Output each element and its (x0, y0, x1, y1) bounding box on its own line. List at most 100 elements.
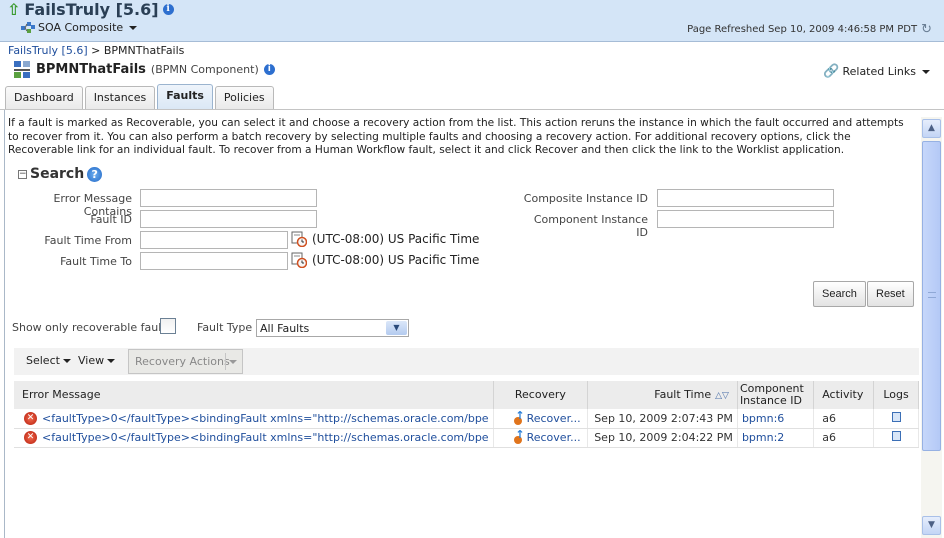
select-menu-label: Select (26, 354, 60, 367)
logs-icon[interactable] (891, 411, 901, 422)
column-header-activity[interactable]: Activity (813, 381, 875, 409)
search-section-header: − Search ? (18, 166, 103, 182)
timezone-from-label: (UTC-08:00) US Pacific Time (312, 232, 480, 246)
chevron-down-icon (129, 25, 138, 30)
soa-composite-menu[interactable]: SOA Composite (21, 21, 138, 34)
chevron-down-icon (922, 69, 930, 74)
component-type: (BPMN Component) (150, 63, 259, 76)
refresh-icon[interactable]: ↻ (921, 22, 932, 37)
error-icon: ✕ (24, 431, 37, 445)
table-row[interactable]: ✕ <faultType>0</faultType><bindingFault x… (14, 428, 919, 448)
search-heading: Search (30, 166, 85, 182)
breadcrumb-link-composite[interactable]: FailsTruly [5.6] (8, 44, 88, 57)
collapse-icon[interactable]: − (18, 169, 27, 179)
component-instance-id-label: Component Instance ID (533, 213, 648, 239)
view-menu-label: View (78, 354, 105, 367)
column-header-component-instance-id[interactable]: Component Instance ID (737, 381, 815, 409)
chevron-down-icon (229, 360, 237, 364)
reset-button[interactable]: Reset (867, 281, 914, 307)
grip-icon (928, 292, 936, 298)
faults-description: If a fault is marked as Recoverable, you… (8, 117, 904, 156)
fault-time-to-label: Fault Time To (60, 255, 132, 268)
separator (225, 353, 226, 370)
column-header-logs[interactable]: Logs (873, 381, 919, 409)
error-message-link[interactable]: <faultType>0</faultType><bindingFault xm… (42, 431, 489, 444)
page-refreshed: Page Refreshed Sep 10, 2009 4:46:58 PM P… (687, 22, 932, 37)
breadcrumb-current: BPMNThatFails (103, 44, 185, 57)
view-menu[interactable]: View (78, 354, 116, 367)
column-header-fault-time[interactable]: Fault Time △▽ (587, 381, 738, 409)
composite-instance-id-label: Composite Instance ID (523, 192, 648, 205)
table-header-row: Error Message Recovery Fault Time △▽ Comp… (14, 381, 919, 409)
component-instance-id-input[interactable] (657, 210, 834, 228)
sort-icon[interactable]: △▽ (715, 390, 729, 402)
recoverable-only-checkbox[interactable] (160, 318, 176, 334)
app-header: ⇧ FailsTruly [5.6] i SOA Composite Page … (0, 0, 944, 42)
bpmn-component-icon (14, 61, 30, 78)
recoverable-only-label: Show only recoverable faults (12, 321, 172, 334)
fault-time-to-input[interactable] (140, 252, 288, 270)
related-links-label: Related Links (842, 65, 916, 78)
faults-table: Error Message Recovery Fault Time △▽ Comp… (14, 381, 919, 448)
link-chain-icon: 🔗 (823, 64, 840, 79)
composite-title: ⇧ FailsTruly [5.6] i (7, 0, 174, 19)
fault-id-label: Fault ID (90, 213, 132, 226)
calendar-icon[interactable] (291, 231, 307, 247)
fault-time-from-input[interactable] (140, 231, 288, 249)
scrollbar-thumb[interactable] (922, 141, 941, 451)
component-instance-link[interactable]: bpmn:2 (742, 431, 784, 444)
info-icon[interactable]: i (162, 4, 174, 15)
chevron-down-icon (107, 359, 116, 363)
search-button[interactable]: Search (813, 281, 866, 307)
breadcrumb: FailsTruly [5.6] > BPMNThatFails (8, 44, 184, 57)
recover-icon: ↑ (513, 409, 525, 425)
column-header-recovery[interactable]: Recovery (493, 381, 589, 409)
component-name: BPMNThatFails (36, 62, 146, 77)
recover-link[interactable]: Recover... (527, 431, 581, 444)
chevron-down-icon (62, 359, 71, 363)
table-row[interactable]: ✕ <faultType>0</faultType><bindingFault x… (14, 409, 919, 429)
vertical-scrollbar[interactable]: ▲ ▼ (921, 117, 942, 538)
recover-link[interactable]: Recover... (527, 412, 581, 425)
fault-type-label: Fault Type (197, 321, 253, 334)
select-menu[interactable]: Select (26, 354, 71, 367)
calendar-icon[interactable] (291, 252, 307, 268)
fault-time-header-label: Fault Time (654, 387, 712, 401)
tab-dashboard[interactable]: Dashboard (5, 86, 83, 109)
info-icon[interactable]: i (263, 64, 275, 75)
up-arrow-icon: ⇧ (7, 0, 21, 19)
fault-id-input[interactable] (140, 210, 317, 228)
soa-composite-label: SOA Composite (38, 21, 124, 34)
help-icon[interactable]: ? (87, 166, 103, 182)
composite-instance-id-input[interactable] (657, 189, 834, 207)
error-icon: ✕ (24, 412, 37, 425)
fault-time-from-label: Fault Time From (44, 234, 132, 247)
fault-type-value: All Faults (260, 322, 310, 335)
composite-title-text: FailsTruly [5.6] (24, 0, 159, 19)
tab-policies[interactable]: Policies (214, 86, 274, 109)
tab-instances[interactable]: Instances (84, 86, 156, 109)
recovery-actions-label: Recovery Actions (135, 355, 230, 368)
page-refreshed-text: Page Refreshed Sep 10, 2009 4:46:58 PM P… (687, 24, 918, 35)
chevron-down-icon: ▼ (386, 321, 407, 335)
scroll-up-icon[interactable]: ▲ (922, 119, 941, 138)
related-links-menu[interactable]: 🔗 Related Links (823, 64, 930, 79)
recover-icon: ↑ (513, 428, 525, 445)
component-instance-link[interactable]: bpmn:6 (742, 412, 784, 425)
scroll-down-icon[interactable]: ▼ (922, 516, 941, 535)
tab-faults[interactable]: Faults (157, 84, 213, 109)
breadcrumb-separator: > (91, 44, 101, 57)
tab-bar: Dashboard Instances Faults Policies (5, 84, 274, 109)
fault-time-cell: Sep 10, 2009 2:04:22 PM (587, 428, 738, 448)
error-message-input[interactable] (140, 189, 317, 207)
fault-time-cell: Sep 10, 2009 2:07:43 PM (587, 409, 738, 429)
fault-type-select[interactable]: All Faults ▼ (256, 319, 409, 337)
logs-icon[interactable] (891, 431, 901, 441)
timezone-to-label: (UTC-08:00) US Pacific Time (312, 253, 480, 267)
recovery-actions-button[interactable]: Recovery Actions (128, 349, 243, 374)
soa-composite-icon (21, 21, 35, 33)
error-message-link[interactable]: <faultType>0</faultType><bindingFault xm… (42, 412, 489, 425)
component-header: BPMNThatFails (BPMN Component) i (14, 61, 275, 78)
activity-cell: a6 (813, 409, 875, 429)
column-header-error-message[interactable]: Error Message (14, 381, 494, 409)
